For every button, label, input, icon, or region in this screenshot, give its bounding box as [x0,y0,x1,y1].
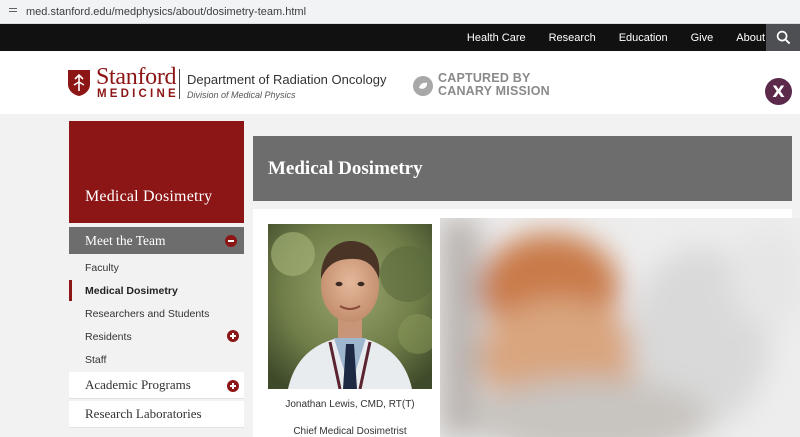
top-nav-items: Health Care Research Education Give Abou… [444,24,765,51]
staff-name: Jonathan Lewis, CMD, RT(T) [285,399,415,410]
canary-line-2: CANARY MISSION [438,84,550,98]
canary-bird-icon [413,76,433,96]
sidebar-box-label: Research Laboratories [85,406,202,421]
nav-about[interactable]: About [736,32,765,44]
sidebar-item-label: Medical Dosimetry [85,284,178,297]
portrait-image [268,224,432,389]
sidebar-item-label: Researchers and Students [85,307,210,320]
sidebar-academic-programs[interactable]: Academic Programs [69,372,244,399]
sidebar-item-label: Residents [85,330,132,343]
sidebar-item-residents[interactable]: Residents [69,325,244,348]
logo-medicine-text[interactable]: MEDICINE [97,88,179,100]
nav-give[interactable]: Give [691,32,714,44]
nav-health-care[interactable]: Health Care [467,32,526,44]
expand-plus-icon[interactable] [227,330,239,342]
x-logo-icon: X [772,82,785,101]
sidebar-item-faculty[interactable]: Faculty [69,256,244,279]
site-settings-icon[interactable] [8,6,20,18]
sidebar-subnav: Faculty Medical Dosimetry Researchers an… [69,256,244,371]
sidebar-section-title: Meet the Team [85,232,166,248]
sidebar-research-laboratories[interactable]: Research Laboratories [69,401,244,428]
x-social-button[interactable]: X [765,78,792,105]
collapse-minus-icon[interactable] [225,235,237,247]
expand-plus-icon[interactable] [227,380,239,392]
blurred-content [440,218,800,437]
nav-research[interactable]: Research [549,32,596,44]
address-bar[interactable]: med.stanford.edu/medphysics/about/dosime… [0,0,800,24]
page-title-banner: Medical Dosimetry [253,136,792,201]
stanford-shield-icon[interactable] [67,69,91,97]
staff-job-title: Chief Medical Dosimetrist [293,426,407,437]
division-name: Division of Medical Physics [187,90,296,100]
sidebar-item-label: Staff [85,353,107,366]
search-button[interactable] [766,24,800,51]
nav-education[interactable]: Education [619,32,668,44]
url-text[interactable]: med.stanford.edu/medphysics/about/dosime… [26,6,306,18]
sidebar-item-medical-dosimetry[interactable]: Medical Dosimetry [69,279,244,302]
page-title: Medical Dosimetry [268,157,423,179]
logo-divider [179,69,180,99]
sidebar-item-staff[interactable]: Staff [69,348,244,371]
canary-mission-watermark: CAPTURED BY CANARY MISSION [438,72,550,98]
sidebar-box-label: Academic Programs [85,377,191,392]
sidebar-item-researchers-and-students[interactable]: Researchers and Students [69,302,244,325]
sidebar-item-label: Faculty [85,261,119,274]
search-icon [776,30,790,45]
blurred-image-region [440,218,800,437]
logo-stanford-text[interactable]: Stanford [96,65,177,89]
top-nav: Health Care Research Education Give Abou… [0,24,800,51]
department-name[interactable]: Department of Radiation Oncology [187,72,386,87]
staff-photo[interactable] [268,224,432,389]
site-header: Stanford MEDICINE Department of Radiatio… [0,51,800,114]
sidebar-hero-title: Medical Dosimetry [85,188,213,205]
sidebar-hero: Medical Dosimetry [69,121,244,223]
sidebar-section-meet-the-team[interactable]: Meet the Team [69,227,244,254]
